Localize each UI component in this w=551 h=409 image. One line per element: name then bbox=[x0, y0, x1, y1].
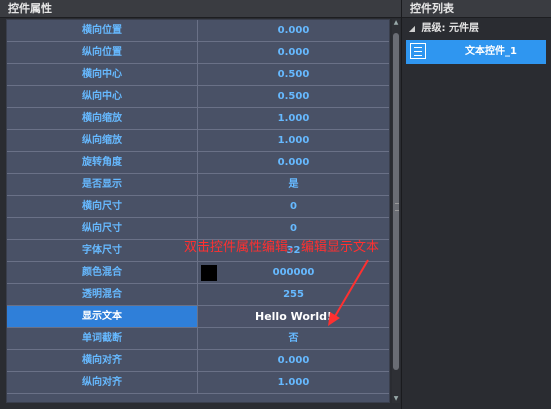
property-value[interactable]: 是 bbox=[198, 174, 389, 195]
property-label: 纵向缩放 bbox=[7, 130, 198, 151]
scroll-thumb[interactable] bbox=[393, 33, 399, 370]
properties-panel-title: 控件属性 bbox=[8, 2, 52, 15]
property-row-v-align[interactable]: 纵向对齐 1.000 bbox=[7, 372, 389, 394]
property-label: 横向尺寸 bbox=[7, 196, 198, 217]
property-value[interactable]: 0.000 bbox=[198, 42, 389, 63]
property-label: 透明混合 bbox=[7, 284, 198, 305]
control-list-item[interactable]: 文本控件_1 bbox=[406, 40, 546, 64]
property-value[interactable]: 否 bbox=[198, 328, 389, 349]
property-value[interactable]: 1.000 bbox=[198, 108, 389, 129]
property-row-visible[interactable]: 是否显示 是 bbox=[7, 174, 389, 196]
property-row-h-center[interactable]: 横向中心 0.500 bbox=[7, 64, 389, 86]
property-row-word-wrap[interactable]: 单词截断 否 bbox=[7, 328, 389, 350]
expand-triangle-icon[interactable]: ◢ bbox=[406, 20, 418, 38]
scroll-down-arrow-icon[interactable]: ▼ bbox=[392, 395, 400, 403]
property-label: 纵向中心 bbox=[7, 86, 198, 107]
property-row-v-center[interactable]: 纵向中心 0.500 bbox=[7, 86, 389, 108]
property-value[interactable]: 0.000 bbox=[198, 152, 389, 173]
text-control-icon bbox=[410, 43, 426, 59]
property-value[interactable]: 1.000 bbox=[198, 130, 389, 151]
property-label: 旋转角度 bbox=[7, 152, 198, 173]
property-label: 横向对齐 bbox=[7, 350, 198, 371]
control-list-item-label: 文本控件_1 bbox=[465, 46, 517, 57]
annotation-text: 双击控件属性编辑，编辑显示文本 bbox=[184, 240, 380, 255]
property-grid: 横向位置 0.000 纵向位置 0.000 横向中心 0.500 纵向中心 0.… bbox=[6, 19, 390, 403]
property-value[interactable]: 0.000 bbox=[198, 350, 389, 371]
property-row-h-align[interactable]: 横向对齐 0.000 bbox=[7, 350, 389, 372]
property-value[interactable]: 0.000 bbox=[198, 20, 389, 41]
property-label: 纵向对齐 bbox=[7, 372, 198, 393]
property-value[interactable]: 1.000 bbox=[198, 372, 389, 393]
property-value[interactable]: 0.500 bbox=[198, 64, 389, 85]
property-label: 纵向位置 bbox=[7, 42, 198, 63]
property-row-v-position[interactable]: 纵向位置 0.000 bbox=[7, 42, 389, 64]
property-label: 横向缩放 bbox=[7, 108, 198, 129]
property-row-h-position[interactable]: 横向位置 0.000 bbox=[7, 20, 389, 42]
property-row-v-scale[interactable]: 纵向缩放 1.000 bbox=[7, 130, 389, 152]
property-row-rotation[interactable]: 旋转角度 0.000 bbox=[7, 152, 389, 174]
scroll-up-arrow-icon[interactable]: ▲ bbox=[392, 19, 400, 27]
property-row-h-scale[interactable]: 横向缩放 1.000 bbox=[7, 108, 389, 130]
property-label: 横向中心 bbox=[7, 64, 198, 85]
property-label: 字体尺寸 bbox=[7, 240, 198, 261]
property-label: 单词截断 bbox=[7, 328, 198, 349]
property-label: 纵向尺寸 bbox=[7, 218, 198, 239]
layer-group-label: 层级: 元件层 bbox=[421, 23, 479, 34]
control-list-panel-header: 控件列表 bbox=[402, 0, 551, 18]
property-row-h-size[interactable]: 横向尺寸 0 bbox=[7, 196, 389, 218]
properties-panel-header: 控件属性 bbox=[0, 0, 401, 18]
property-grid-scrollbar[interactable]: ▲ ▼ bbox=[392, 19, 400, 403]
control-list-panel-title: 控件列表 bbox=[410, 2, 454, 15]
property-value[interactable]: 0.500 bbox=[198, 86, 389, 107]
grip-icon bbox=[395, 203, 399, 211]
property-label: 是否显示 bbox=[7, 174, 198, 195]
annotation-arrow-icon bbox=[328, 259, 369, 326]
panel-divider[interactable] bbox=[401, 0, 402, 409]
property-label: 显示文本 bbox=[7, 306, 198, 327]
layer-group-row[interactable]: ◢ 层级: 元件层 bbox=[406, 20, 546, 38]
property-label: 颜色混合 bbox=[7, 262, 198, 283]
property-value[interactable]: 0 bbox=[198, 196, 389, 217]
property-label: 横向位置 bbox=[7, 20, 198, 41]
